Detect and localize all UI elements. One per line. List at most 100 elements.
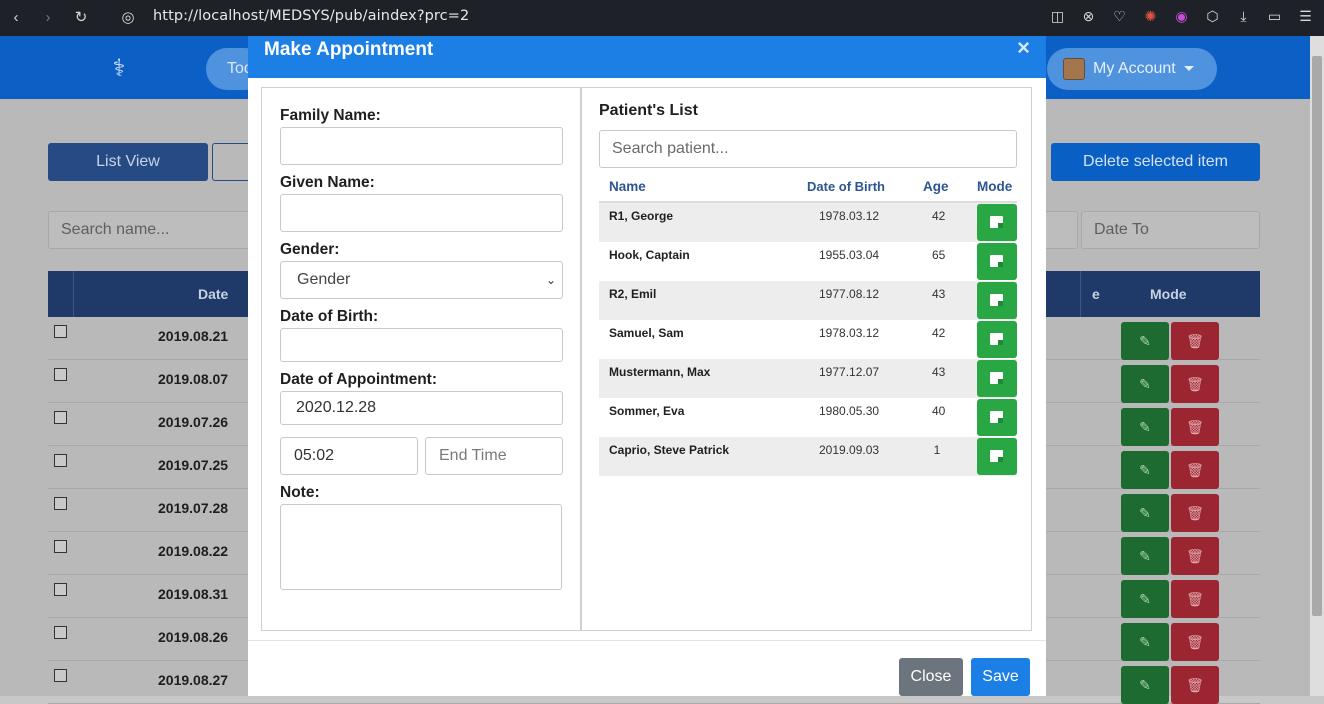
- row-checkbox[interactable]: [54, 540, 67, 553]
- patient-row[interactable]: Mustermann, Max 1977.12.07 43: [599, 359, 1017, 398]
- modal-header: Make Appointment ×: [248, 36, 1046, 78]
- edit-icon[interactable]: ✎: [1121, 666, 1169, 704]
- row-checkbox[interactable]: [54, 325, 67, 338]
- gender-select[interactable]: Gender ⌄: [280, 261, 563, 299]
- select-patient-button[interactable]: [977, 360, 1017, 397]
- page-scrollbar[interactable]: [1310, 36, 1324, 696]
- trash-icon[interactable]: 🗑: [1171, 451, 1219, 489]
- patient-dob: 1977.12.07: [819, 365, 880, 379]
- caduceus-logo-icon[interactable]: ⚕: [106, 56, 132, 82]
- edit-icon[interactable]: ✎: [1121, 408, 1169, 446]
- patient-row[interactable]: R1, George 1978.03.12 42: [599, 203, 1017, 242]
- age-column-header: Age: [923, 179, 949, 194]
- row-date: 2019.08.27: [158, 672, 229, 688]
- date-column-header[interactable]: Date: [198, 271, 228, 317]
- row-checkbox[interactable]: [54, 454, 67, 467]
- sticky-note-icon: [990, 255, 1003, 267]
- header-divider: [73, 271, 74, 317]
- trash-icon[interactable]: 🗑: [1171, 580, 1219, 618]
- search-name-input[interactable]: Search name...: [48, 211, 258, 249]
- patient-row[interactable]: Sommer, Eva 1980.05.30 40: [599, 398, 1017, 437]
- avatar: [1063, 58, 1085, 80]
- start-time-field[interactable]: 05:02: [280, 437, 418, 475]
- search-patient-input[interactable]: Search patient...: [599, 130, 1017, 168]
- heart-icon[interactable]: ♡: [1111, 8, 1128, 26]
- edit-icon[interactable]: ✎: [1121, 494, 1169, 532]
- my-account-label: My Account: [1093, 60, 1176, 77]
- trash-icon[interactable]: 🗑: [1171, 322, 1219, 360]
- sticky-note-icon: [990, 372, 1003, 384]
- row-checkbox[interactable]: [54, 669, 67, 682]
- select-patient-button[interactable]: [977, 243, 1017, 280]
- edit-icon[interactable]: ✎: [1121, 623, 1169, 661]
- calendar-view-button[interactable]: [212, 143, 252, 181]
- family-name-field[interactable]: [280, 127, 563, 165]
- row-checkbox[interactable]: [54, 583, 67, 596]
- browser-toolbar: ‹ › ↻ ◎ http://localhost/MEDSYS/pub/aind…: [0, 0, 1324, 36]
- trash-icon[interactable]: 🗑: [1171, 537, 1219, 575]
- patient-row[interactable]: Hook, Captain 1955.03.04 65: [599, 242, 1017, 281]
- back-icon[interactable]: ‹: [8, 10, 24, 26]
- menu-icon[interactable]: ☰: [1297, 8, 1314, 26]
- patient-dob: 1955.03.04: [819, 248, 880, 262]
- color-icon[interactable]: ✺: [1142, 8, 1159, 26]
- row-checkbox[interactable]: [54, 411, 67, 424]
- block-icon[interactable]: ⊗: [1080, 8, 1097, 26]
- select-patient-button[interactable]: [977, 204, 1017, 241]
- dob-field[interactable]: [280, 328, 563, 362]
- my-account-dropdown[interactable]: My Account: [1047, 48, 1217, 90]
- trash-icon[interactable]: 🗑: [1171, 666, 1219, 704]
- edit-icon[interactable]: ✎: [1121, 537, 1169, 575]
- download-icon[interactable]: ⤓: [1235, 8, 1252, 26]
- scrollbar-thumb[interactable]: [1312, 56, 1322, 616]
- make-appointment-modal: Make Appointment × Family Name: Given Na…: [248, 36, 1046, 696]
- close-button[interactable]: Close: [899, 658, 963, 696]
- box-icon[interactable]: ⬡: [1204, 8, 1221, 26]
- patient-dob: 2019.09.03: [819, 443, 880, 457]
- trash-icon[interactable]: 🗑: [1171, 494, 1219, 532]
- given-name-field[interactable]: [280, 194, 563, 232]
- trash-icon[interactable]: 🗑: [1171, 623, 1219, 661]
- edit-icon[interactable]: ✎: [1121, 365, 1169, 403]
- select-patient-button[interactable]: [977, 399, 1017, 436]
- row-checkbox[interactable]: [54, 497, 67, 510]
- battery-icon[interactable]: ▭: [1266, 8, 1283, 26]
- forward-icon[interactable]: ›: [40, 10, 56, 26]
- end-time-field[interactable]: End Time: [425, 437, 563, 475]
- appointment-date-field[interactable]: 2020.12.28: [280, 391, 563, 425]
- patient-row[interactable]: Samuel, Sam 1978.03.12 42: [599, 320, 1017, 359]
- trash-icon[interactable]: 🗑: [1171, 365, 1219, 403]
- edit-icon[interactable]: ✎: [1121, 322, 1169, 360]
- globe-icon: ◎: [121, 9, 135, 26]
- modal-title: Make Appointment: [264, 39, 434, 60]
- close-icon[interactable]: ×: [1017, 37, 1030, 59]
- date-to-input[interactable]: Date To: [1081, 211, 1260, 249]
- delete-selected-button[interactable]: Delete selected item: [1051, 143, 1260, 181]
- palette-icon[interactable]: ◉: [1173, 8, 1190, 26]
- patient-row[interactable]: R2, Emil 1977.08.12 43: [599, 281, 1017, 320]
- address-bar[interactable]: http://localhost/MEDSYS/pub/aindex?prc=2: [153, 8, 469, 24]
- patient-row[interactable]: Caprio, Steve Patrick 2019.09.03 1: [599, 437, 1017, 476]
- patient-name: Hook, Captain: [609, 248, 690, 262]
- trash-icon[interactable]: 🗑: [1171, 408, 1219, 446]
- edit-icon[interactable]: ✎: [1121, 580, 1169, 618]
- patient-name: Sommer, Eva: [609, 404, 685, 418]
- row-date: 2019.08.26: [158, 629, 229, 645]
- row-date: 2019.07.28: [158, 500, 229, 516]
- select-patient-button[interactable]: [977, 321, 1017, 358]
- select-patient-button[interactable]: [977, 282, 1017, 319]
- select-patient-button[interactable]: [977, 438, 1017, 475]
- camera-icon[interactable]: ◫: [1049, 8, 1066, 26]
- row-date: 2019.08.22: [158, 543, 229, 559]
- row-checkbox[interactable]: [54, 626, 67, 639]
- mode-column-header: Mode: [1150, 286, 1187, 302]
- browser-extension-icons: ◫ ⊗ ♡ ✺ ◉ ⬡ ⤓ ▭ ☰: [1049, 8, 1314, 26]
- list-view-button[interactable]: List View: [48, 143, 208, 181]
- row-checkbox[interactable]: [54, 368, 67, 381]
- edit-icon[interactable]: ✎: [1121, 451, 1169, 489]
- note-textarea[interactable]: [280, 504, 562, 590]
- reload-icon[interactable]: ↻: [73, 10, 89, 26]
- patient-age: 43: [932, 287, 946, 301]
- modal-body: Family Name: Given Name: Gender: Gender …: [261, 87, 1032, 631]
- save-button[interactable]: Save: [971, 658, 1030, 696]
